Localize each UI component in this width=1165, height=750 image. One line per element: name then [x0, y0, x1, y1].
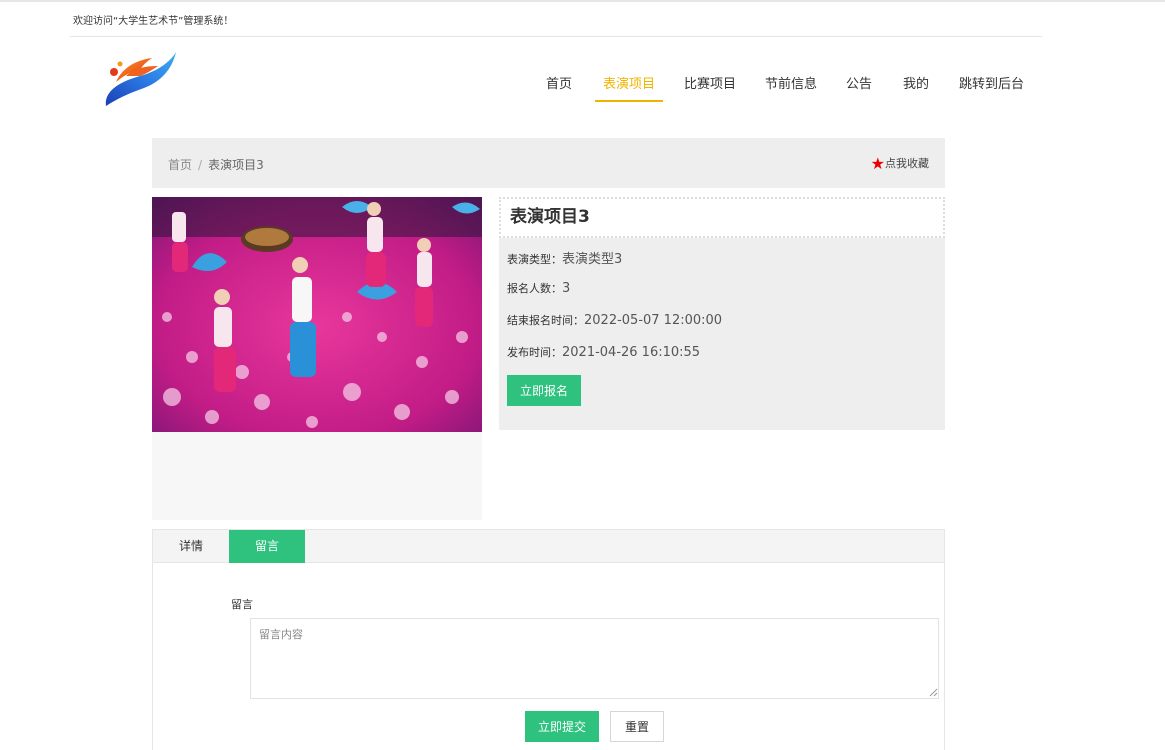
- tab-comments[interactable]: 留言: [229, 530, 305, 563]
- comment-label: 留言: [231, 598, 253, 611]
- detail-title: 表演项目3: [499, 197, 945, 238]
- logo-icon: [105, 52, 176, 106]
- nav-competition[interactable]: 比赛项目: [684, 70, 736, 102]
- nav-festival-info[interactable]: 节前信息: [765, 70, 817, 102]
- reset-button[interactable]: 重置: [610, 711, 664, 742]
- favorite-button[interactable]: ★点我收藏: [871, 154, 929, 173]
- resize-grip-icon[interactable]: [929, 688, 938, 697]
- welcome-text: 欢迎访问“大学生艺术节”管理系统！: [73, 16, 234, 27]
- performance-photo: [152, 197, 482, 432]
- comment-input[interactable]: [250, 618, 939, 699]
- tabs-header: 详情 留言: [153, 530, 944, 563]
- field-count: 报名人数：3: [507, 280, 570, 296]
- field-type-label: 表演类型：: [507, 253, 562, 266]
- field-count-label: 报名人数：: [507, 282, 562, 295]
- field-published: 发布时间：2021-04-26 16:10:55: [507, 344, 700, 360]
- submit-button[interactable]: 立即提交: [525, 711, 599, 742]
- field-published-label: 发布时间：: [507, 346, 562, 359]
- nav-admin[interactable]: 跳转到后台: [959, 70, 1024, 102]
- field-deadline-label: 结束报名时间：: [507, 314, 584, 327]
- signup-button[interactable]: 立即报名: [507, 375, 581, 406]
- tabs-panel: 详情 留言 留言 立即提交 重置: [152, 529, 945, 750]
- breadcrumb-home[interactable]: 首页: [168, 158, 192, 172]
- nav-performance[interactable]: 表演项目: [595, 70, 664, 102]
- field-deadline-value: 2022-05-07 12:00:00: [584, 313, 723, 328]
- field-published-value: 2021-04-26 16:10:55: [562, 345, 701, 360]
- field-deadline: 结束报名时间：2022-05-07 12:00:00: [507, 312, 722, 328]
- breadcrumb: 首页 / 表演项目3 ★点我收藏: [152, 138, 945, 188]
- nav-mine[interactable]: 我的: [903, 70, 929, 102]
- field-type: 表演类型：表演类型3: [507, 248, 622, 267]
- site-logo[interactable]: [100, 48, 180, 110]
- nav-home[interactable]: 首页: [546, 70, 572, 102]
- dance-photo-image: [152, 197, 482, 432]
- image-panel: [152, 197, 482, 520]
- top-bar: 欢迎访问“大学生艺术节”管理系统！: [70, 2, 1042, 37]
- breadcrumb-separator: /: [198, 158, 203, 172]
- field-count-value: 3: [562, 281, 571, 296]
- field-type-value: 表演类型3: [562, 252, 623, 267]
- breadcrumb-current: 表演项目3: [208, 158, 264, 172]
- detail-info-panel: 表演项目3 表演类型：表演类型3 报名人数：3 结束报名时间：2022-05-0…: [499, 197, 945, 430]
- tab-details[interactable]: 详情: [153, 530, 229, 563]
- breadcrumb-trail: 首页 / 表演项目3: [168, 156, 264, 173]
- star-icon: ★: [870, 154, 885, 173]
- nav-announcement[interactable]: 公告: [846, 70, 872, 102]
- favorite-label: 点我收藏: [885, 157, 929, 170]
